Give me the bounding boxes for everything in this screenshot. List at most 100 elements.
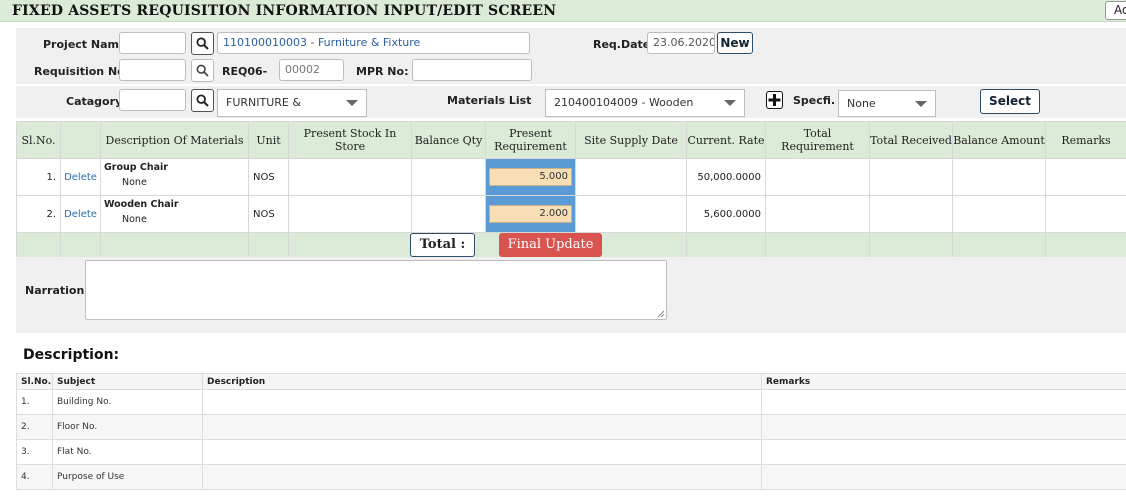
desc-remarks-input[interactable]: [761, 439, 1126, 465]
material-name: Wooden Chair: [104, 199, 179, 210]
col-header-balance-amount: Balance Amount: [952, 121, 1046, 159]
specification-select[interactable]: None: [838, 90, 936, 117]
desc-col-sl-no: Sl.No.: [16, 373, 53, 390]
delete-link[interactable]: Delete: [60, 158, 101, 196]
category-label: Catagory: [66, 95, 123, 108]
col-header-site-supply-date: Site Supply Date: [575, 121, 687, 159]
search-icon: [196, 64, 209, 77]
col-header-total-requirement: Total Requirement: [765, 121, 870, 159]
table-row: 2. Delete Wooden Chair None NOS 2.000 5,…: [16, 195, 1126, 233]
specification-select-value: None: [847, 97, 876, 110]
project-search-button[interactable]: [191, 32, 214, 55]
desc-col-remarks: Remarks: [761, 373, 1126, 390]
row-total-requirement: [765, 158, 870, 196]
col-header-current-rate: Current. Rate: [686, 121, 766, 159]
requirement-input[interactable]: 5.000: [489, 168, 572, 186]
desc-sl-no: 3.: [16, 439, 53, 465]
plus-icon: [768, 94, 781, 106]
row-present-stock: [288, 195, 412, 233]
resize-handle-icon[interactable]: [657, 310, 665, 318]
row-balance-amount: [952, 158, 1046, 196]
requisition-prefix: REQ06-: [222, 65, 268, 78]
col-header-present-stock: Present Stock In Store: [288, 121, 412, 159]
mpr-no-label: MPR No:: [356, 65, 409, 78]
requirement-cell: 5.000: [485, 158, 576, 196]
material-spec: None: [122, 177, 147, 188]
req-date-label: Req.Date: [593, 38, 651, 51]
select-button[interactable]: Select: [980, 89, 1040, 114]
add-material-button[interactable]: [766, 91, 783, 109]
chevron-down-icon: [724, 100, 736, 106]
project-code-input[interactable]: [119, 32, 186, 54]
col-header-balance-qty: Balance Qty: [411, 121, 486, 159]
row-total-received: [869, 158, 953, 196]
material-cell: Group Chair None: [100, 158, 249, 196]
row-sl-no: 2.: [16, 195, 61, 233]
material-cell: Wooden Chair None: [100, 195, 249, 233]
material-name: Group Chair: [104, 162, 168, 173]
category-select[interactable]: FURNITURE &: [217, 89, 367, 117]
row-current-rate: 50,000.0000: [686, 158, 766, 196]
table-row: 2. Floor No.: [16, 414, 1126, 440]
desc-col-description: Description: [202, 373, 762, 390]
col-header-description: Description Of Materials: [100, 121, 249, 159]
requisition-no-label: Requisition No.: [34, 65, 129, 78]
final-update-button[interactable]: Final Update: [499, 233, 602, 257]
mpr-no-input[interactable]: [412, 59, 532, 81]
desc-description-input[interactable]: [202, 414, 762, 440]
requirement-cell: 2.000: [485, 195, 576, 233]
requisition-number-input[interactable]: 00002: [279, 59, 344, 81]
description-table: Sl.No. Subject Description Remarks 1. Bu…: [16, 373, 1126, 490]
desc-sl-no: 2.: [16, 414, 53, 440]
table-row: 1. Delete Group Chair None NOS 5.000 50,…: [16, 158, 1126, 196]
desc-description-input[interactable]: [202, 389, 762, 415]
col-header-remarks: Remarks: [1045, 121, 1126, 159]
project-name-field[interactable]: 110100010003 - Furniture & Fixture: [217, 32, 530, 54]
narration-textarea[interactable]: [85, 260, 667, 320]
category-code-input[interactable]: [119, 89, 186, 111]
materials-select[interactable]: 210400104009 - Wooden: [545, 89, 745, 117]
description-heading: Description:: [23, 347, 120, 363]
requirement-input[interactable]: 2.000: [489, 205, 572, 223]
total-label: Total :: [410, 233, 475, 257]
project-name-label: Project Name: [43, 38, 127, 51]
desc-sl-no: 1.: [16, 389, 53, 415]
desc-subject: Building No.: [52, 389, 203, 415]
table-row: 1. Building No.: [16, 389, 1126, 415]
row-balance-qty: [411, 195, 486, 233]
narration-label: Narration:: [25, 284, 89, 297]
category-select-value: FURNITURE &: [226, 96, 301, 109]
desc-remarks-input[interactable]: [761, 464, 1126, 490]
desc-description-input[interactable]: [202, 464, 762, 490]
col-header-unit: Unit: [248, 121, 289, 159]
material-spec: None: [122, 214, 147, 225]
requisition-no-input[interactable]: [119, 59, 186, 81]
row-site-supply-date[interactable]: [575, 158, 687, 196]
delete-link[interactable]: Delete: [60, 195, 101, 233]
specification-label: Specfi.: [793, 94, 836, 107]
col-header-action: [60, 121, 101, 159]
search-icon: [196, 94, 209, 107]
row-site-supply-date[interactable]: [575, 195, 687, 233]
items-table: Sl.No. Description Of Materials Unit Pre…: [16, 121, 1126, 270]
row-remarks: [1045, 195, 1126, 233]
desc-remarks-input[interactable]: [761, 389, 1126, 415]
category-search-button[interactable]: [191, 89, 214, 112]
top-right-button[interactable]: Ad: [1105, 1, 1126, 20]
row-remarks: [1045, 158, 1126, 196]
requisition-search-button[interactable]: [191, 59, 214, 82]
req-date-input[interactable]: 23.06.2020: [647, 32, 715, 54]
row-present-stock: [288, 158, 412, 196]
search-icon: [196, 37, 209, 50]
materials-select-value: 210400104009 - Wooden: [554, 96, 694, 109]
new-button[interactable]: New: [717, 32, 753, 54]
table-row: 4. Purpose of Use: [16, 464, 1126, 490]
desc-subject: Purpose of Use: [52, 464, 203, 490]
desc-remarks-input[interactable]: [761, 414, 1126, 440]
col-header-sl-no: Sl.No.: [16, 121, 61, 159]
desc-description-input[interactable]: [202, 439, 762, 465]
page-title: FIXED ASSETS REQUISITION INFORMATION INP…: [12, 3, 557, 19]
row-balance-amount: [952, 195, 1046, 233]
row-total-received: [869, 195, 953, 233]
chevron-down-icon: [915, 101, 927, 107]
